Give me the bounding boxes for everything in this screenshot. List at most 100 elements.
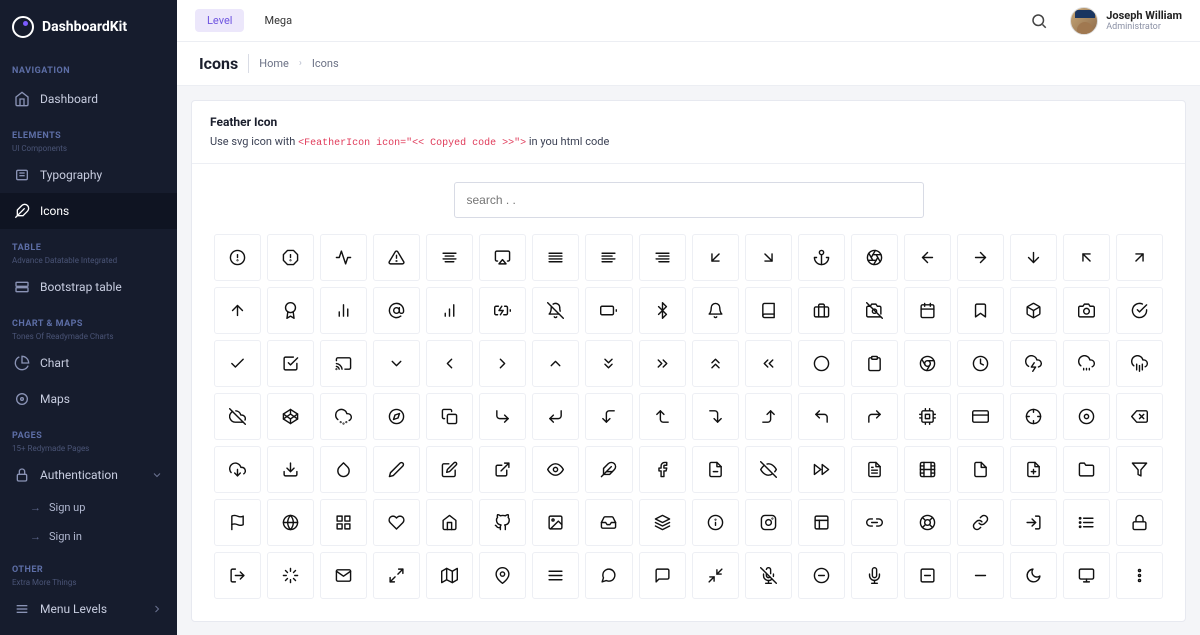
book-icon[interactable] — [745, 287, 792, 334]
layers-icon[interactable] — [639, 499, 686, 546]
arrow-down-right-icon[interactable] — [745, 234, 792, 281]
sidebar-item-signup[interactable]: →Sign up — [0, 493, 177, 522]
camera-off-icon[interactable] — [851, 287, 898, 334]
message-square-icon[interactable] — [639, 552, 686, 599]
corner-up-left-icon[interactable] — [798, 393, 845, 440]
link-icon[interactable] — [957, 499, 1004, 546]
corner-down-left-icon[interactable] — [532, 393, 579, 440]
sidebar-item-menu-levels[interactable]: Menu Levels — [0, 591, 177, 627]
more-vertical-icon[interactable] — [1116, 552, 1163, 599]
align-right-icon[interactable] — [639, 234, 686, 281]
heart-icon[interactable] — [373, 499, 420, 546]
link-2-icon[interactable] — [851, 499, 898, 546]
chevron-down-icon[interactable] — [373, 340, 420, 387]
clock-icon[interactable] — [957, 340, 1004, 387]
box-icon[interactable] — [1010, 287, 1057, 334]
bar-chart-icon[interactable] — [426, 287, 473, 334]
clipboard-icon[interactable] — [851, 340, 898, 387]
feather-icon[interactable] — [585, 446, 632, 493]
folder-icon[interactable] — [1063, 446, 1110, 493]
bookmark-icon[interactable] — [957, 287, 1004, 334]
mic-off-icon[interactable] — [745, 552, 792, 599]
chevrons-left-icon[interactable] — [745, 340, 792, 387]
chrome-icon[interactable] — [904, 340, 951, 387]
edit-2-icon[interactable] — [373, 446, 420, 493]
facebook-icon[interactable] — [639, 446, 686, 493]
list-icon[interactable] — [1063, 499, 1110, 546]
search-icon[interactable] — [1030, 12, 1048, 30]
camera-icon[interactable] — [1063, 287, 1110, 334]
minus-icon[interactable] — [957, 552, 1004, 599]
fast-forward-icon[interactable] — [798, 446, 845, 493]
file-icon[interactable] — [957, 446, 1004, 493]
droplet-icon[interactable] — [320, 446, 367, 493]
log-in-icon[interactable] — [1010, 499, 1057, 546]
aperture-icon[interactable] — [851, 234, 898, 281]
briefcase-icon[interactable] — [798, 287, 845, 334]
map-icon[interactable] — [426, 552, 473, 599]
corner-left-down-icon[interactable] — [585, 393, 632, 440]
sidebar-item-chart[interactable]: Chart — [0, 345, 177, 381]
arrow-down-icon[interactable] — [1010, 234, 1057, 281]
disc-icon[interactable] — [1063, 393, 1110, 440]
minimize-2-icon[interactable] — [692, 552, 739, 599]
map-pin-icon[interactable] — [479, 552, 526, 599]
breadcrumb-home[interactable]: Home — [259, 57, 289, 70]
at-sign-icon[interactable] — [373, 287, 420, 334]
copy-icon[interactable] — [426, 393, 473, 440]
compass-icon[interactable] — [373, 393, 420, 440]
cast-icon[interactable] — [320, 340, 367, 387]
chevrons-right-icon[interactable] — [639, 340, 686, 387]
bluetooth-icon[interactable] — [639, 287, 686, 334]
alert-triangle-icon[interactable] — [373, 234, 420, 281]
file-text-icon[interactable] — [851, 446, 898, 493]
align-center-icon[interactable] — [426, 234, 473, 281]
layout-icon[interactable] — [798, 499, 845, 546]
anchor-icon[interactable] — [798, 234, 845, 281]
instagram-icon[interactable] — [745, 499, 792, 546]
file-plus-icon[interactable] — [1010, 446, 1057, 493]
grid-icon[interactable] — [320, 499, 367, 546]
alert-octagon-icon[interactable] — [267, 234, 314, 281]
check-square-icon[interactable] — [267, 340, 314, 387]
mail-icon[interactable] — [320, 552, 367, 599]
github-icon[interactable] — [479, 499, 526, 546]
battery-charging-icon[interactable] — [479, 287, 526, 334]
mic-icon[interactable] — [851, 552, 898, 599]
circle-icon[interactable] — [798, 340, 845, 387]
corner-left-up-icon[interactable] — [639, 393, 686, 440]
airplay-icon[interactable] — [479, 234, 526, 281]
crosshair-icon[interactable] — [1010, 393, 1057, 440]
chevron-left-icon[interactable] — [426, 340, 473, 387]
alert-circle-icon[interactable] — [214, 234, 261, 281]
cpu-icon[interactable] — [904, 393, 951, 440]
film-icon[interactable] — [904, 446, 951, 493]
chevrons-down-icon[interactable] — [585, 340, 632, 387]
minus-square-icon[interactable] — [904, 552, 951, 599]
arrow-right-icon[interactable] — [957, 234, 1004, 281]
sidebar-item-bootstrap-table[interactable]: Bootstrap table — [0, 269, 177, 305]
download-icon[interactable] — [267, 446, 314, 493]
sidebar-item-icons[interactable]: Icons — [0, 193, 177, 229]
download-cloud-icon[interactable] — [214, 446, 261, 493]
flag-icon[interactable] — [214, 499, 261, 546]
image-icon[interactable] — [532, 499, 579, 546]
corner-up-right-icon[interactable] — [851, 393, 898, 440]
eye-icon[interactable] — [532, 446, 579, 493]
home-icon[interactable] — [426, 499, 473, 546]
life-buoy-icon[interactable] — [904, 499, 951, 546]
delete-icon[interactable] — [1116, 393, 1163, 440]
bell-off-icon[interactable] — [532, 287, 579, 334]
align-left-icon[interactable] — [585, 234, 632, 281]
info-icon[interactable] — [692, 499, 739, 546]
codepen-icon[interactable] — [267, 393, 314, 440]
check-icon[interactable] — [214, 340, 261, 387]
bell-icon[interactable] — [692, 287, 739, 334]
brand[interactable]: DashboardKit — [0, 6, 177, 52]
check-circle-icon[interactable] — [1116, 287, 1163, 334]
moon-icon[interactable] — [1010, 552, 1057, 599]
bar-chart-2-icon[interactable] — [320, 287, 367, 334]
chevron-right-icon[interactable] — [479, 340, 526, 387]
loader-icon[interactable] — [267, 552, 314, 599]
battery-icon[interactable] — [585, 287, 632, 334]
